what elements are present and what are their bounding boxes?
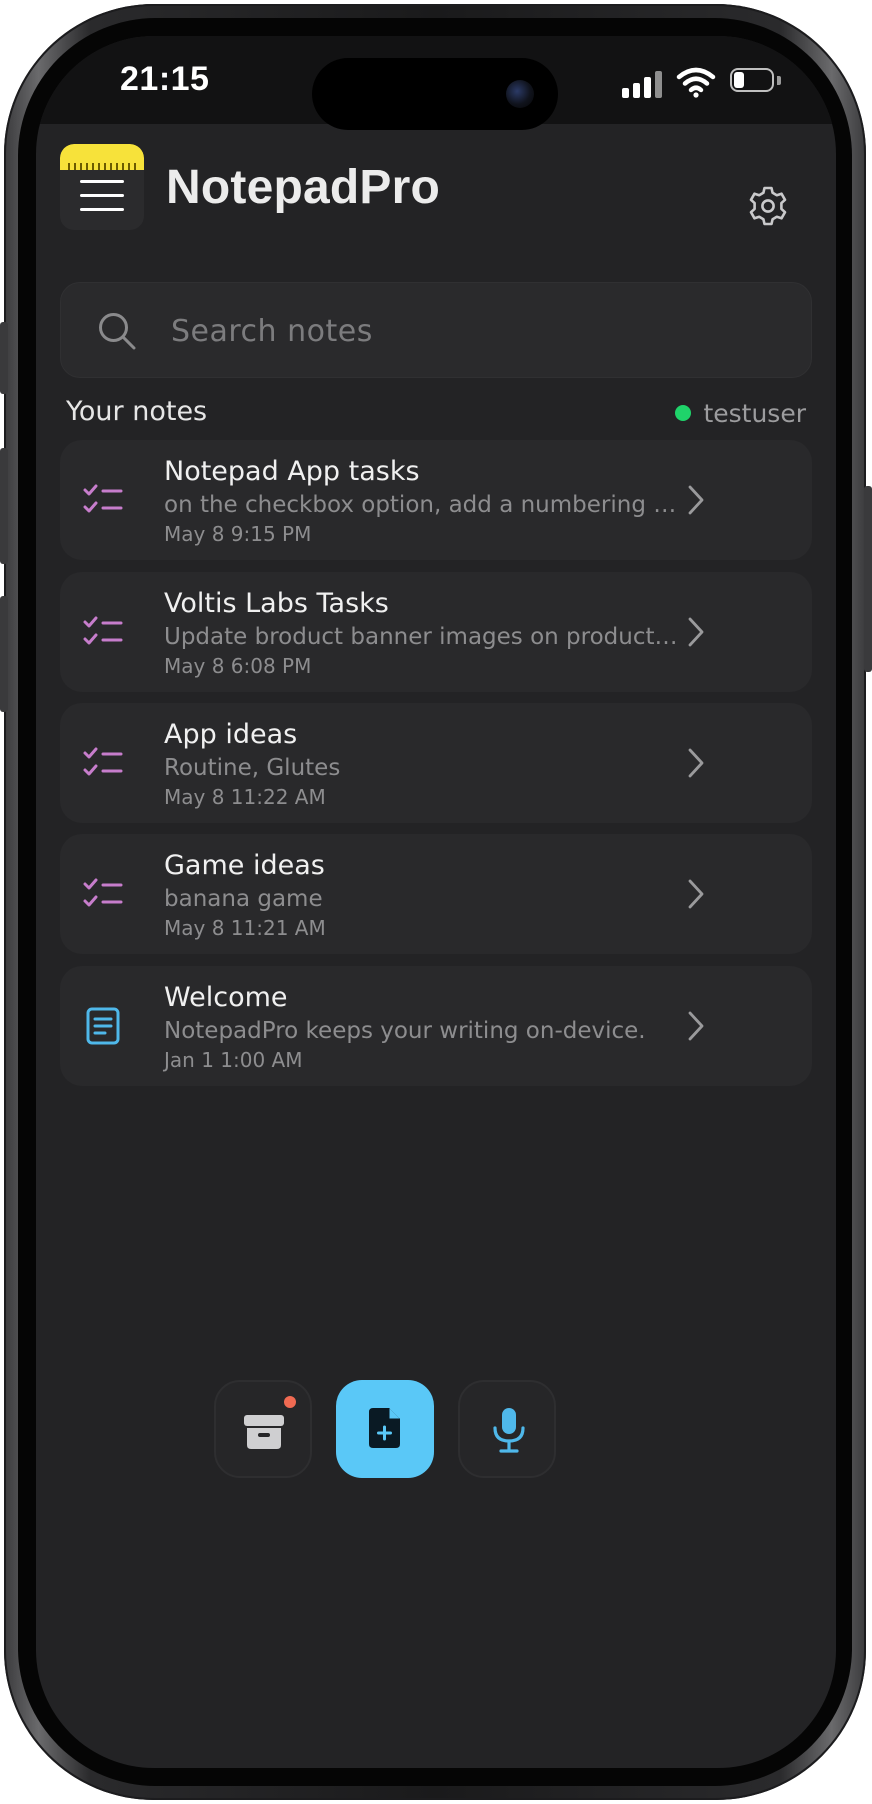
note-preview: Routine, Glutes [164, 755, 341, 781]
note-date: May 8 11:22 AM [164, 785, 326, 809]
new-note-button[interactable] [336, 1380, 434, 1478]
checklist-icon [83, 878, 123, 907]
archive-box-icon [244, 1415, 284, 1449]
status-time: 21:15 [120, 60, 210, 98]
note-preview: NotepadPro keeps your writing on-device. [164, 1018, 646, 1044]
note-list-item[interactable]: Notepad App tasks on the checkbox option… [60, 440, 812, 560]
note-title: Voltis Labs Tasks [164, 588, 389, 619]
note-preview: on the checkbox option, add a numbering … [164, 492, 680, 518]
voice-note-button[interactable] [458, 1380, 556, 1478]
note-list-item[interactable]: Voltis Labs Tasks Update broduct banner … [60, 572, 812, 692]
chevron-right-icon [688, 879, 704, 909]
checklist-icon [83, 616, 123, 645]
chevron-right-icon [688, 748, 704, 778]
gear-icon[interactable] [746, 184, 790, 228]
note-list-item[interactable]: Welcome NotepadPro keeps your writing on… [60, 966, 812, 1086]
volume-up-button [0, 448, 8, 564]
app-screen: 21:15 NotepadPro Search notes Your notes… [36, 36, 836, 1768]
chevron-right-icon [688, 485, 704, 515]
battery-icon [730, 68, 782, 94]
your-notes-heading: Your notes [66, 396, 208, 427]
hamburger-menu-button[interactable] [60, 144, 144, 230]
note-list-item[interactable]: Game ideas banana game May 8 11:21 AM [60, 834, 812, 954]
app-title: NotepadPro [166, 161, 441, 214]
search-input[interactable] [169, 303, 773, 359]
username-label: testuser [703, 398, 806, 428]
note-date: Jan 1 1:00 AM [164, 1048, 303, 1072]
wifi-icon [676, 67, 716, 98]
cellular-signal-icon [622, 70, 664, 98]
dynamic-island [312, 58, 558, 130]
note-title: Game ideas [164, 850, 325, 881]
user-status: testuser [675, 398, 806, 428]
search-bar [60, 282, 812, 378]
ruler-decoration [60, 144, 144, 170]
note-date: May 8 9:15 PM [164, 522, 312, 546]
note-date: May 8 6:08 PM [164, 654, 312, 678]
checklist-icon [83, 484, 123, 513]
volume-down-button [0, 596, 8, 712]
note-date: May 8 11:21 AM [164, 916, 326, 940]
new-document-icon [369, 1408, 400, 1448]
chevron-right-icon [688, 617, 704, 647]
action-button [0, 322, 8, 394]
status-bar: 21:15 [36, 36, 836, 130]
note-preview: Update broduct banner images on product … [164, 624, 680, 650]
note-list-item[interactable]: App ideas Routine, Glutes May 8 11:22 AM [60, 703, 812, 823]
chevron-right-icon [688, 1011, 704, 1041]
note-preview: banana game [164, 886, 323, 912]
note-title: Welcome [164, 982, 288, 1013]
front-camera [506, 80, 534, 108]
microphone-icon [493, 1408, 525, 1453]
search-icon [99, 313, 136, 350]
bottom-action-bar [36, 1380, 836, 1480]
archive-button[interactable] [214, 1380, 312, 1478]
power-button [864, 486, 872, 672]
notification-badge [284, 1396, 296, 1408]
hamburger-menu-icon [80, 180, 124, 183]
online-status-dot [675, 405, 692, 421]
checklist-icon [83, 747, 123, 776]
note-title: App ideas [164, 719, 298, 750]
note-title: Notepad App tasks [164, 456, 420, 487]
app-header: NotepadPro [36, 136, 836, 256]
document-icon [86, 1007, 120, 1045]
